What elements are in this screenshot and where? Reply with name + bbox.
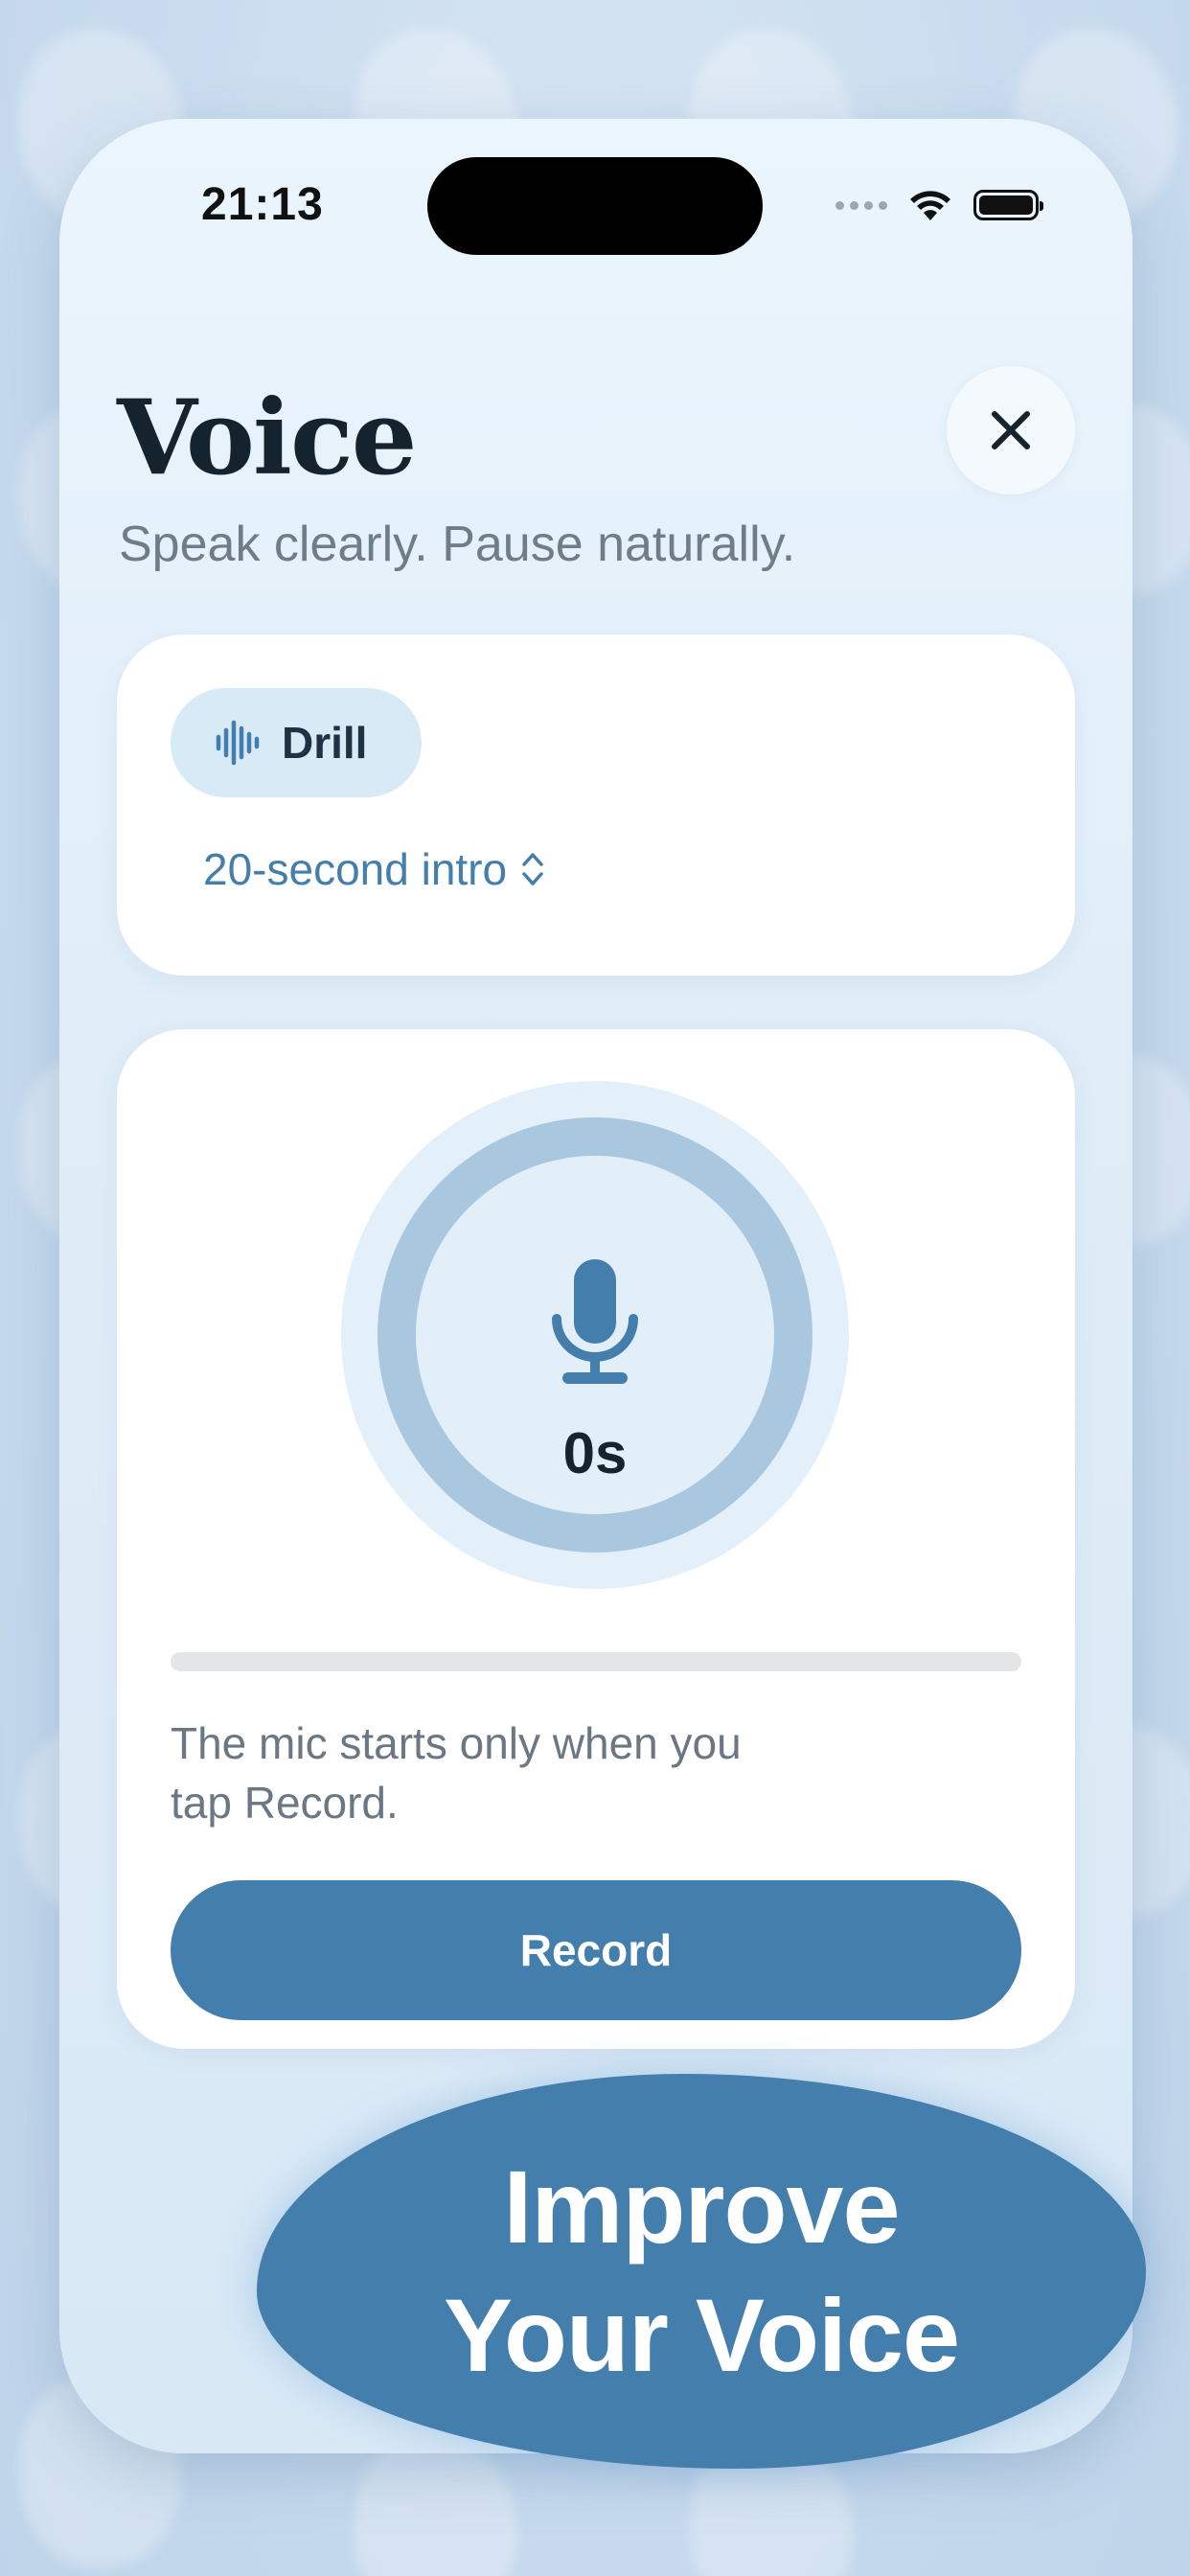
page-title: Voice	[117, 378, 417, 498]
waveform-icon	[216, 720, 260, 766]
status-icons	[835, 188, 1043, 222]
recorder-card: 0s The mic starts only when you tap Reco…	[117, 1029, 1075, 2049]
intro-selector[interactable]: 20-second intro	[203, 843, 545, 895]
mic-indicator: 0s	[341, 1081, 849, 1589]
status-time: 21:13	[201, 179, 324, 230]
drill-card: Drill 20-second intro	[117, 634, 1075, 976]
mic-note-line-2: tap Record.	[171, 1778, 399, 1828]
page-subtitle: Speak clearly. Pause naturally.	[119, 517, 796, 572]
promo-line-2: Your Voice	[443, 2277, 960, 2393]
recording-progress	[171, 1652, 1021, 1671]
status-bar: 21:13	[59, 119, 1133, 291]
recording-timer: 0s	[562, 1421, 628, 1485]
dynamic-island	[427, 157, 763, 255]
battery-icon	[973, 190, 1043, 220]
intro-selector-value: 20-second intro	[203, 844, 508, 894]
drill-chip[interactable]: Drill	[171, 688, 422, 797]
promo-banner: Improve Your Voice	[257, 2074, 1146, 2469]
record-button[interactable]: Record	[171, 1880, 1021, 2020]
signal-icon	[835, 200, 887, 210]
promo-line-1: Improve	[503, 2149, 900, 2265]
close-button[interactable]	[947, 366, 1075, 494]
mic-note: The mic starts only when you tap Record.	[171, 1714, 841, 1832]
mic-note-line-1: The mic starts only when you	[171, 1718, 742, 1768]
close-icon	[992, 411, 1030, 449]
chevron-updown-icon	[522, 853, 543, 886]
drill-chip-label: Drill	[282, 718, 368, 768]
promo-text: Improve Your Voice	[443, 2143, 960, 2400]
wifi-icon	[910, 191, 950, 220]
microphone-icon	[552, 1259, 638, 1384]
mic-ring: 0s	[378, 1117, 812, 1552]
